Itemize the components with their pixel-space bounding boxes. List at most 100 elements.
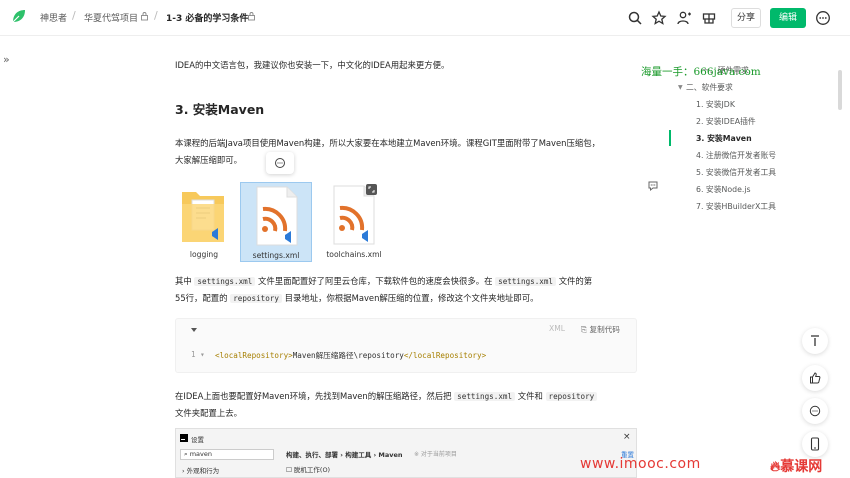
checkbox-label: 脱机工作(O) bbox=[293, 466, 331, 474]
paragraph-idea: 在IDEA上面也要配置好Maven环境，先找到Maven的解压缩路径，然后把 s… bbox=[175, 388, 645, 422]
text: 文件和 bbox=[517, 391, 543, 401]
breadcrumb-separator: / bbox=[154, 9, 158, 22]
inline-code: settings.xml bbox=[454, 392, 516, 401]
inline-code: repository bbox=[545, 392, 598, 401]
expand-image-icon[interactable] bbox=[366, 184, 377, 195]
logo-icon[interactable] bbox=[10, 8, 28, 26]
toc-item[interactable]: 1. 安装JDK bbox=[696, 99, 735, 110]
toc-item[interactable]: 6. 安装Node.js bbox=[696, 184, 751, 195]
paragraph-line: 文件夹配置上去。 bbox=[175, 408, 242, 418]
lock-icon bbox=[141, 12, 148, 21]
star-icon[interactable] bbox=[651, 10, 667, 26]
text: 55行，配置的 bbox=[175, 293, 228, 303]
dialog-title: 设置 bbox=[191, 436, 204, 444]
search-value: maven bbox=[189, 450, 212, 458]
watermark-text: 海量一手：666java.com bbox=[641, 66, 761, 78]
file-name: settings.xml bbox=[252, 251, 300, 260]
tree-item-label: 外观和行为 bbox=[186, 467, 220, 475]
paragraph-maven: 本课程的后端Java项目使用Maven构建，所以大家要在本地建立Maven环境。… bbox=[175, 135, 645, 169]
breadcrumb-space[interactable]: 神思者 bbox=[40, 11, 67, 24]
file-name: toolchains.xml bbox=[326, 250, 382, 259]
settings-search-input: ⌕ maven bbox=[180, 449, 274, 460]
scrollbar[interactable] bbox=[838, 70, 842, 110]
paragraph-line: 在IDEA上面也要配置好Maven环境，先找到Maven的解压缩路径，然后把 s… bbox=[175, 388, 645, 405]
xml-content: Maven解压缩路径\repository bbox=[292, 351, 404, 360]
copy-icon: ⎘ bbox=[581, 325, 588, 334]
comment-icon bbox=[809, 405, 821, 417]
code-block: XML ⎘ 复制代码 1 ▾ <localRepository>Maven解压缩… bbox=[175, 318, 637, 373]
toc-item-active[interactable]: 3. 安装Maven bbox=[696, 133, 752, 144]
arrow-up-icon bbox=[811, 335, 819, 346]
watermark-brand: 🔥︎慕课网 bbox=[770, 456, 822, 476]
code-line: <localRepository>Maven解压缩路径\repository</… bbox=[215, 350, 486, 361]
section-heading: 3. 安装Maven bbox=[175, 102, 265, 117]
xml-open-tag: <localRepository> bbox=[215, 351, 293, 360]
intro-paragraph: IDEA的中文语言包，我建议你也安装一下，中文化的IDEA用起来更方便。 bbox=[175, 60, 450, 70]
paragraph-line: 本课程的后端Java项目使用Maven构建，所以大家要在本地建立Maven环境。… bbox=[175, 138, 600, 148]
paragraph-line: 55行，配置的 repository 目录地址，你根据Maven解压缩的位置，修… bbox=[175, 290, 645, 307]
offline-checkbox: ☐ 脱机工作(O) bbox=[286, 466, 331, 474]
file-logging: logging bbox=[172, 182, 236, 262]
file-name: logging bbox=[189, 250, 219, 259]
inline-code: settings.xml bbox=[495, 277, 557, 286]
text: 在IDEA上面也要配置好Maven环境，先找到Maven的解压缩路径，然后把 bbox=[175, 391, 452, 401]
text: 文件里面配置好了阿里云仓库，下载软件包的速度会快很多。在 bbox=[257, 276, 493, 286]
user-add-icon[interactable] bbox=[676, 10, 692, 26]
thumbs-up-icon bbox=[810, 372, 821, 384]
top-bar: 神思者 / 华夏代驾项目 / 1-3 必备的学习条件 分享 编辑 bbox=[0, 0, 850, 36]
folder-icon bbox=[182, 192, 224, 242]
chevron-down-icon[interactable]: ▼ bbox=[678, 84, 683, 91]
text: 其中 bbox=[175, 276, 192, 286]
text: 文件的第 bbox=[558, 276, 593, 286]
inline-code: settings.xml bbox=[194, 277, 256, 286]
edit-button[interactable]: 编辑 bbox=[770, 8, 806, 28]
inline-code: repository bbox=[230, 294, 282, 303]
flame-icon: 🔥︎ bbox=[770, 459, 781, 475]
copy-code-button[interactable]: ⎘ 复制代码 bbox=[581, 324, 620, 335]
settings-breadcrumb: 构建、执行、部署 › 构建工具 › Maven bbox=[286, 451, 403, 459]
breadcrumb-doc[interactable]: 1-3 必备的学习条件 bbox=[166, 11, 248, 24]
paragraph-line: 大家解压缩即可。 bbox=[175, 155, 242, 165]
like-button[interactable] bbox=[802, 365, 828, 391]
back-to-top-button[interactable] bbox=[802, 328, 828, 354]
toc-active-indicator bbox=[669, 130, 671, 146]
share-button[interactable]: 分享 bbox=[731, 8, 761, 28]
gift-icon[interactable] bbox=[701, 10, 717, 26]
phone-icon bbox=[810, 437, 820, 451]
comment-button[interactable] bbox=[802, 398, 828, 424]
comment-popup[interactable] bbox=[266, 152, 294, 174]
expand-sidebar-icon[interactable]: » bbox=[3, 53, 10, 66]
idea-logo-icon bbox=[180, 434, 188, 442]
toc-item[interactable]: 5. 安装微信开发者工具 bbox=[696, 167, 776, 178]
toc-item[interactable]: 2. 安装IDEA插件 bbox=[696, 116, 756, 127]
more-icon[interactable] bbox=[815, 10, 831, 26]
comment-icon bbox=[275, 158, 285, 168]
search-icon: ⌕ bbox=[184, 450, 188, 458]
breadcrumb-separator: / bbox=[72, 9, 76, 22]
settings-note: ※ 对于当前项目 bbox=[414, 451, 457, 458]
xml-file-icon bbox=[256, 186, 298, 246]
toc-item[interactable]: 二、软件要求 bbox=[686, 82, 733, 93]
file-settings-xml[interactable]: settings.xml bbox=[240, 182, 312, 262]
toc-item[interactable]: 4. 注册微信开发者账号 bbox=[696, 150, 776, 161]
line-number: 1 ▾ bbox=[191, 350, 205, 359]
close-icon: × bbox=[623, 432, 631, 442]
paragraph-line: 其中 settings.xml 文件里面配置好了阿里云仓库，下载软件包的速度会快… bbox=[175, 273, 645, 290]
paragraph-comment-icon[interactable] bbox=[647, 180, 659, 192]
file-toolchains-xml: toolchains.xml bbox=[318, 182, 390, 262]
paragraph-settings: 其中 settings.xml 文件里面配置好了阿里云仓库，下载软件包的速度会快… bbox=[175, 273, 645, 307]
tree-item: › 外观和行为 bbox=[182, 467, 220, 475]
breadcrumb-book[interactable]: 华夏代驾项目 bbox=[84, 11, 138, 24]
watermark-url: www.imooc.com bbox=[580, 456, 701, 472]
line-number-value: 1 bbox=[191, 350, 196, 359]
search-icon[interactable] bbox=[627, 10, 643, 26]
settings-screenshot: 设置 × ⌕ maven › 外观和行为 构建、执行、部署 › 构建工具 › M… bbox=[175, 428, 637, 478]
code-language[interactable]: XML bbox=[549, 324, 565, 333]
copy-code-label: 复制代码 bbox=[589, 325, 620, 334]
mobile-view-button[interactable] bbox=[802, 431, 828, 457]
collapse-caret-icon[interactable] bbox=[190, 327, 198, 333]
toc-item[interactable]: 7. 安装HBuilderX工具 bbox=[696, 201, 776, 212]
xml-close-tag: </localRepository> bbox=[403, 351, 487, 360]
brand-name: 慕课网 bbox=[780, 459, 823, 475]
lock-icon bbox=[248, 12, 255, 21]
